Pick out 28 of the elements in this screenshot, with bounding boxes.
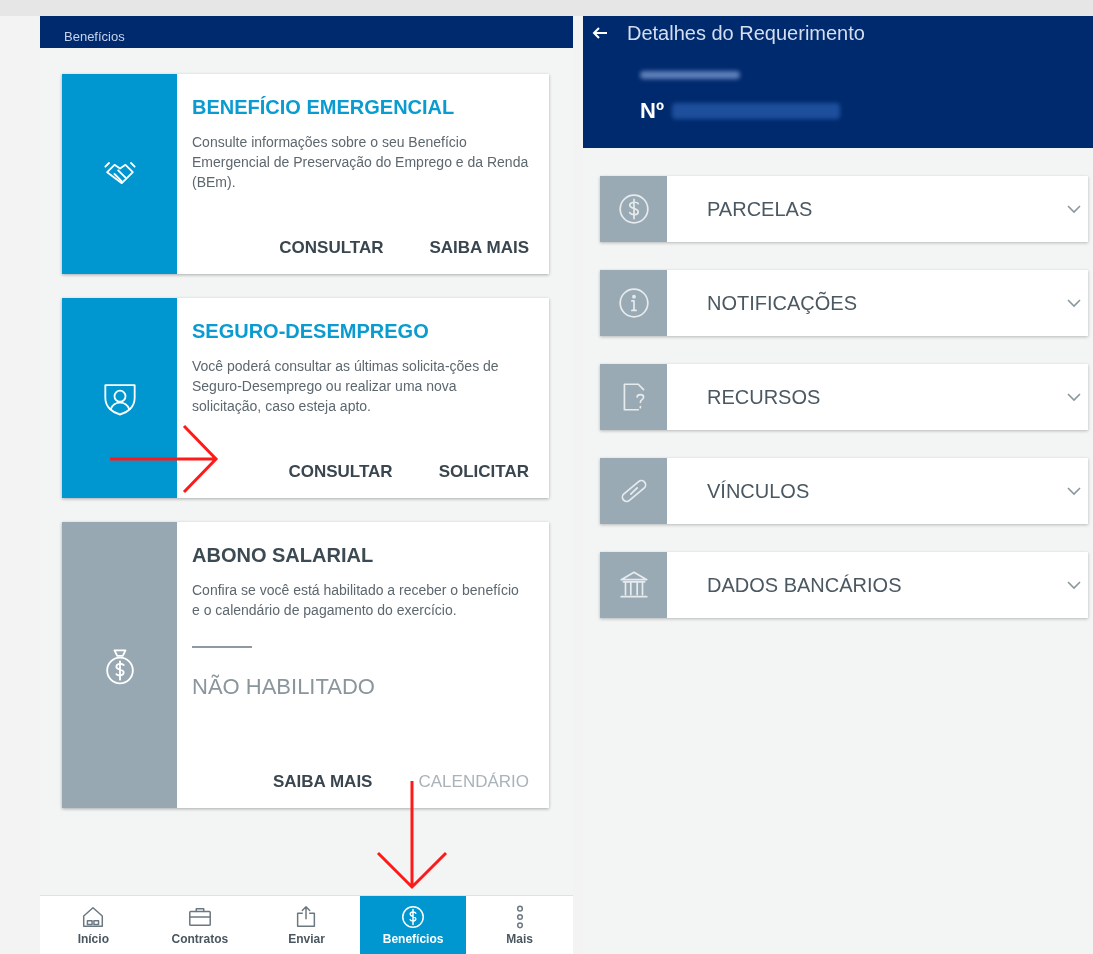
dollar-icon [616, 192, 651, 226]
nav-tab[interactable]: Início [40, 896, 147, 954]
nav-tab[interactable]: Mais [466, 896, 573, 954]
card-action-button[interactable]: SOLICITAR [438, 458, 529, 484]
card-description: Consulte informações sobre o seu Benefício Emergencial de Preservação do Emprego e da Renda (BEm). [192, 133, 529, 192]
status-text: NÃO HABILITADO [192, 673, 376, 701]
dollar-icon [400, 904, 427, 930]
card-action-button[interactable]: CONSULTAR [288, 458, 393, 484]
nav-tab[interactable]: Contratos [146, 896, 254, 954]
card-description: Você poderá consultar as últimas solicita-ções de Seguro-Desemprego ou realizar uma nova solicitação, caso esteja apto. [192, 357, 500, 416]
more-icon [515, 904, 524, 930]
card-description: Confira se você está habilitado a receber o benefício e o calendário de pagamento do exercício. [192, 581, 520, 620]
accordion-row[interactable]: DADOS BANCÁRIOS [600, 552, 1088, 618]
card-action-button[interactable]: CONSULTAR [279, 234, 384, 260]
card-action-button[interactable]: SAIBA MAIS [272, 768, 373, 794]
accordion-row[interactable]: RECURSOS [600, 364, 1088, 430]
card-title: SEGURO-DESEMPREGO [192, 319, 430, 344]
screen-title: Detalhes do Requerimento [627, 21, 865, 46]
nav-tab[interactable]: Enviar [253, 896, 360, 954]
card-title: BENEFÍCIO EMERGENCIAL [192, 95, 456, 120]
card-title: ABONO SALARIAL [192, 543, 375, 568]
card-action-button[interactable]: SAIBA MAIS [429, 234, 529, 260]
number-label: Nº [640, 97, 664, 125]
accordion-row[interactable]: PARCELAS [600, 176, 1088, 242]
accordion-row[interactable]: NOTIFICAÇÕES [600, 270, 1088, 336]
info-icon [616, 286, 651, 320]
accordion-row[interactable]: VÍNCULOS [600, 458, 1088, 524]
screen-title: Benefícios [64, 27, 125, 46]
